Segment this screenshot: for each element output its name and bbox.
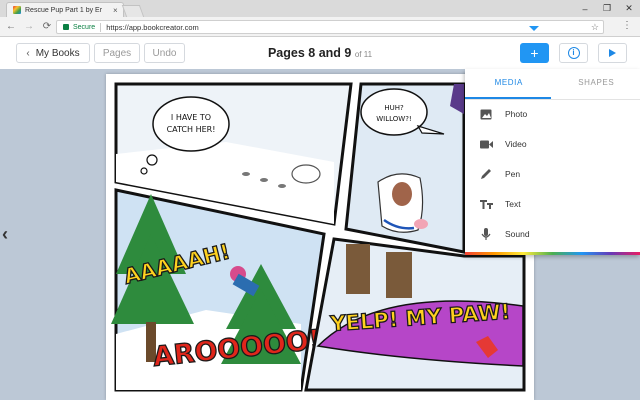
tab-close-icon[interactable]: × [113, 6, 118, 15]
image-icon [479, 107, 493, 121]
menu-item-sound[interactable]: Sound [465, 219, 640, 249]
info-icon: i [567, 47, 580, 59]
close-window-button[interactable]: ✕ [618, 0, 640, 17]
divider [100, 22, 102, 32]
menu-item-photo[interactable]: Photo [465, 99, 640, 129]
window-controls: – ❐ ✕ [574, 0, 640, 17]
app-toolbar: ‹ My Books Pages Undo Pages 8 and 9 of 1… [0, 37, 640, 69]
menu-item-pen[interactable]: Pen [465, 159, 640, 189]
menu-item-label: Sound [505, 229, 530, 239]
boot-left [346, 244, 370, 294]
tab-media[interactable]: MEDIA [465, 69, 553, 99]
favicon-icon [13, 6, 21, 14]
panel-tabs: MEDIA SHAPES [465, 69, 640, 99]
speech-bubble-2 [360, 88, 428, 136]
browser-tab-strip: Rescue Pup Part 1 by Er × – ❐ ✕ [0, 0, 640, 17]
menu-item-label: Pen [505, 169, 521, 179]
previous-page-chevron-icon[interactable]: ‹ [2, 224, 8, 245]
reload-icon[interactable]: ⟳ [40, 21, 54, 32]
media-panel: MEDIA SHAPES Photo Video Pen Text Sound [465, 69, 640, 255]
add-button[interactable]: + [520, 43, 549, 63]
chevron-left-icon: ‹ [26, 47, 30, 59]
page-count: of 11 [354, 50, 373, 59]
menu-item-label: Video [505, 139, 527, 149]
new-tab-button[interactable] [121, 5, 145, 17]
maximize-button[interactable]: ❐ [596, 0, 618, 17]
browser-tab[interactable]: Rescue Pup Part 1 by Er × [6, 2, 124, 17]
bubble-2-line-2: WILLOW?! [376, 115, 412, 123]
undo-button[interactable]: Undo [144, 43, 185, 63]
address-bar[interactable]: Secure https://app.bookcreator.com ☆ [56, 20, 604, 34]
browser-menu-icon[interactable]: ⋮ [622, 20, 632, 31]
menu-item-label: Photo [505, 109, 528, 119]
divider [465, 99, 640, 100]
bubble-2-line-1: HUH? [384, 104, 404, 112]
minimize-button[interactable]: – [574, 0, 596, 17]
bubble-1-line-1: I HAVE TO [171, 113, 211, 122]
boot-right [386, 252, 412, 298]
url-text[interactable]: https://app.bookcreator.com [106, 23, 199, 32]
video-camera-icon [479, 137, 493, 151]
browser-toolbar: ← → ⟳ Secure https://app.bookcreator.com… [0, 17, 640, 37]
my-books-button[interactable]: ‹ My Books [16, 43, 90, 63]
pages-button[interactable]: Pages [94, 43, 140, 63]
page-title-text: Pages 8 and 9 [267, 46, 352, 60]
thought-bubble-1 [152, 96, 230, 152]
play-button[interactable] [598, 43, 627, 63]
lock-icon [63, 24, 69, 30]
secure-label: Secure [73, 23, 96, 31]
pen-icon [479, 167, 493, 181]
bubble-1-line-2: CATCH HER! [167, 125, 216, 134]
tab-shapes[interactable]: SHAPES [553, 69, 640, 99]
info-button[interactable]: i [559, 43, 588, 63]
tab-title: Rescue Pup Part 1 by Er [25, 6, 103, 14]
dog-nose [414, 219, 428, 229]
rainbow-accent-bar [465, 252, 640, 255]
forward-arrow-icon[interactable]: → [22, 21, 36, 32]
menu-item-label: Text [505, 199, 521, 209]
add-menu-pointer [529, 26, 539, 31]
back-arrow-icon[interactable]: ← [4, 21, 18, 32]
microphone-icon [479, 227, 493, 241]
dog-patch [392, 182, 412, 206]
bookmark-star-icon[interactable]: ☆ [591, 22, 599, 33]
menu-item-text[interactable]: Text [465, 189, 640, 219]
menu-item-video[interactable]: Video [465, 129, 640, 159]
text-icon [479, 197, 493, 211]
my-books-label: My Books [35, 47, 80, 59]
page-title: Pages 8 and 9 of 11 [220, 46, 420, 60]
play-icon [609, 49, 616, 57]
